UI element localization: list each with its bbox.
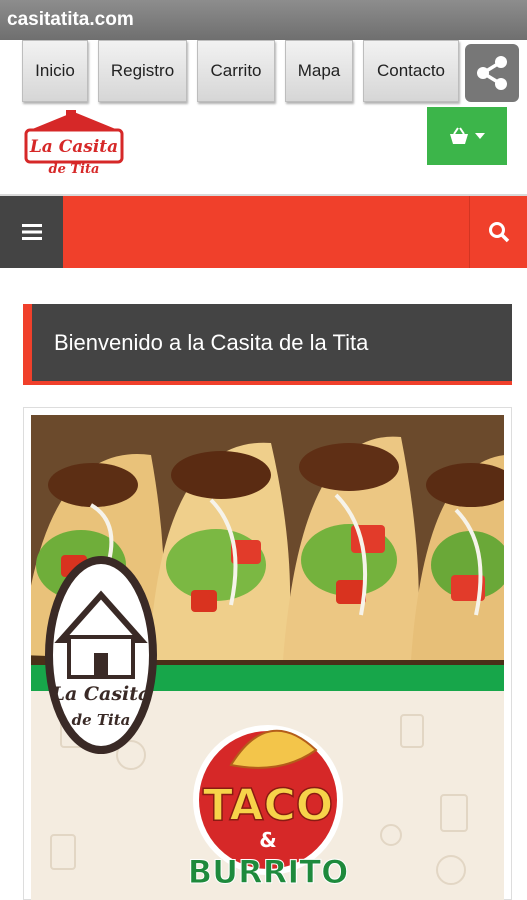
search-icon [488,222,509,243]
hamburger-icon [21,224,42,240]
cart-dropdown-button[interactable] [427,107,507,165]
search-button[interactable] [469,196,527,268]
taco-text: TACO [203,780,333,831]
promo-banner: La Casita de Tita TACO & BURRITO [23,407,512,900]
share-button[interactable] [465,44,519,102]
banner-image: La Casita de Tita TACO & BURRITO [31,415,504,900]
site-logo[interactable]: La Casita de Tita [22,108,126,178]
nav-carrito[interactable]: Carrito [197,40,275,102]
badge-text-line2: de Tita [72,711,131,729]
nav-contacto[interactable]: Contacto [363,40,459,102]
menu-button[interactable] [0,196,63,268]
nav-mapa[interactable]: Mapa [285,40,353,102]
nav-registro[interactable]: Registro [98,40,187,102]
top-nav: Inicio Registro Carrito Mapa Contacto [0,40,527,105]
logo-text-line2: de Tita [49,162,100,177]
ampersand-text: & [259,828,276,852]
main-toolbar [0,194,527,268]
basket-icon [450,127,468,144]
browser-title: casitatita.com [0,0,527,40]
caret-down-icon [475,133,485,139]
burrito-text: BURRITO [188,853,349,891]
welcome-heading: Bienvenido a la Casita de la Tita [23,304,512,385]
nav-inicio[interactable]: Inicio [22,40,88,102]
badge-text-line1: La Casita [51,683,151,705]
logo-text-line1: La Casita [29,137,118,157]
share-icon [477,56,507,90]
